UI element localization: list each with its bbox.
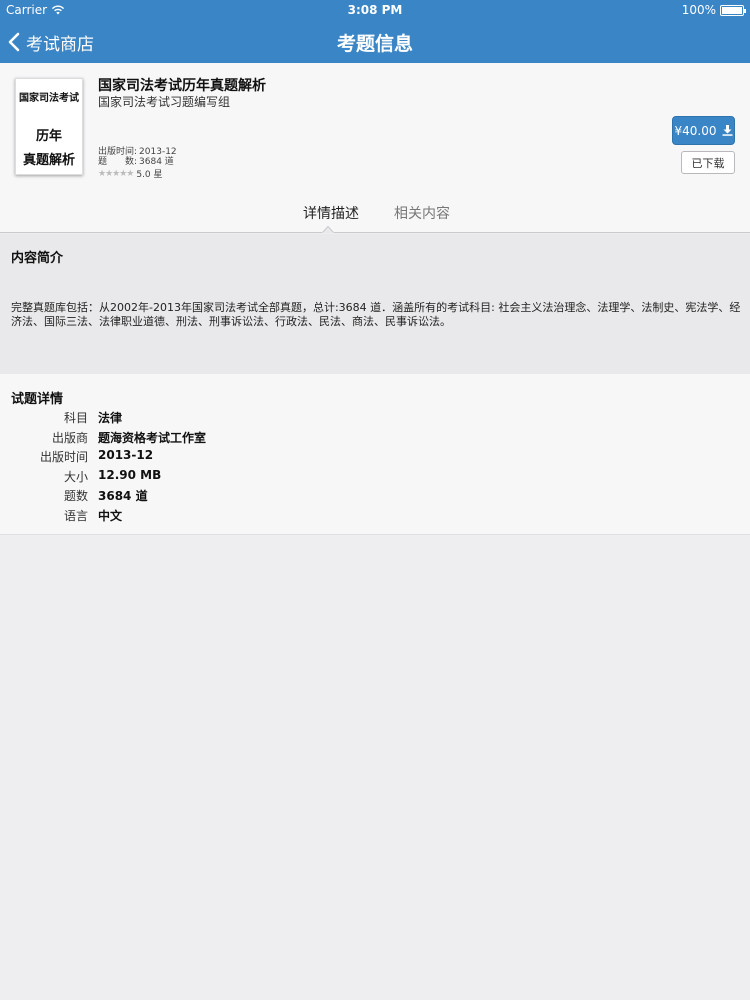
pub-date-row: 出版时间: 2013-12	[98, 147, 177, 157]
count-row: 题 数: 3684 道	[98, 157, 177, 167]
detail-value: 题海资格考试工作室	[98, 431, 207, 445]
detail-label: 科目	[63, 411, 88, 425]
intro-section: 内容简介 完整真题库包括：从2002年-2013年国家司法考试全部真题，总计:3…	[0, 234, 750, 374]
price-button[interactable]: ¥40.00	[672, 116, 735, 145]
book-meta: 出版时间: 2013-12 题 数: 3684 道	[98, 147, 177, 167]
pub-date-value: 2013-12	[139, 147, 177, 157]
status-bar: Carrier 3:08 PM 100%	[0, 0, 750, 20]
book-title: 国家司法考试历年真题解析	[98, 78, 266, 94]
intro-heading: 内容简介	[11, 251, 64, 266]
battery-group: 100%	[681, 3, 746, 17]
cover-line-3: 真题解析	[22, 153, 75, 168]
tab-details[interactable]: 详情描述	[303, 203, 359, 223]
book-cover[interactable]: 国家司法考试 历年 真题解析	[15, 78, 83, 175]
battery-icon	[720, 4, 746, 16]
downloaded-button[interactable]: 已下载	[681, 151, 735, 174]
tab-bar: 详情描述 相关内容	[0, 201, 750, 233]
detail-row-subject: 科目 法律	[0, 409, 122, 428]
cover-line-1: 国家司法考试	[19, 93, 79, 104]
download-icon	[722, 125, 732, 136]
count-value: 3684 道	[139, 157, 174, 167]
tab-related[interactable]: 相关内容	[394, 203, 450, 223]
detail-value: 中文	[98, 509, 123, 523]
detail-row-size: 大小 12.90 MB	[0, 468, 161, 487]
book-info-panel: 国家司法考试 历年 真题解析 国家司法考试历年真题解析 国家司法考试习题编写组 …	[0, 63, 750, 233]
battery-percent: 100%	[681, 3, 716, 17]
count-label: 题 数:	[98, 157, 138, 167]
detail-row-language: 语言 中文	[0, 507, 122, 526]
details-section: 试题详情 科目 法律 出版商 题海资格考试工作室 出版时间 2013-12 大小…	[0, 374, 750, 535]
star-rating-icon: ★★★★★	[98, 168, 134, 179]
detail-value: 12.90 MB	[98, 468, 162, 482]
detail-value: 2013-12	[98, 448, 154, 462]
detail-row-pub-date: 出版时间 2013-12	[0, 448, 153, 467]
rating-value: 5.0 星	[136, 170, 163, 180]
intro-text: 完整真题库包括：从2002年-2013年国家司法考试全部真题，总计:3684 道…	[11, 301, 741, 328]
price-label: ¥40.00	[674, 123, 717, 138]
detail-row-count: 题数 3684 道	[0, 487, 148, 506]
book-author: 国家司法考试习题编写组	[98, 95, 231, 109]
detail-label: 大小	[63, 470, 88, 484]
detail-label: 出版时间	[39, 450, 88, 464]
details-heading: 试题详情	[11, 392, 64, 407]
detail-row-publisher: 出版商 题海资格考试工作室	[0, 429, 206, 448]
rating: ★★★★★ 5.0 星	[98, 167, 163, 181]
cover-line-2: 历年	[35, 129, 62, 144]
status-time: 3:08 PM	[347, 3, 403, 17]
detail-label: 语言	[63, 509, 88, 523]
top-bar: Carrier 3:08 PM 100% 考试商店 考题信息	[0, 0, 750, 63]
detail-label: 出版商	[51, 431, 88, 445]
page-title: 考题信息	[336, 33, 413, 55]
detail-value: 3684 道	[98, 489, 148, 503]
detail-label: 题数	[63, 489, 88, 503]
pub-date-label: 出版时间:	[98, 147, 138, 157]
detail-value: 法律	[98, 411, 123, 425]
active-tab-caret-icon	[322, 225, 334, 233]
empty-background	[0, 536, 750, 1000]
